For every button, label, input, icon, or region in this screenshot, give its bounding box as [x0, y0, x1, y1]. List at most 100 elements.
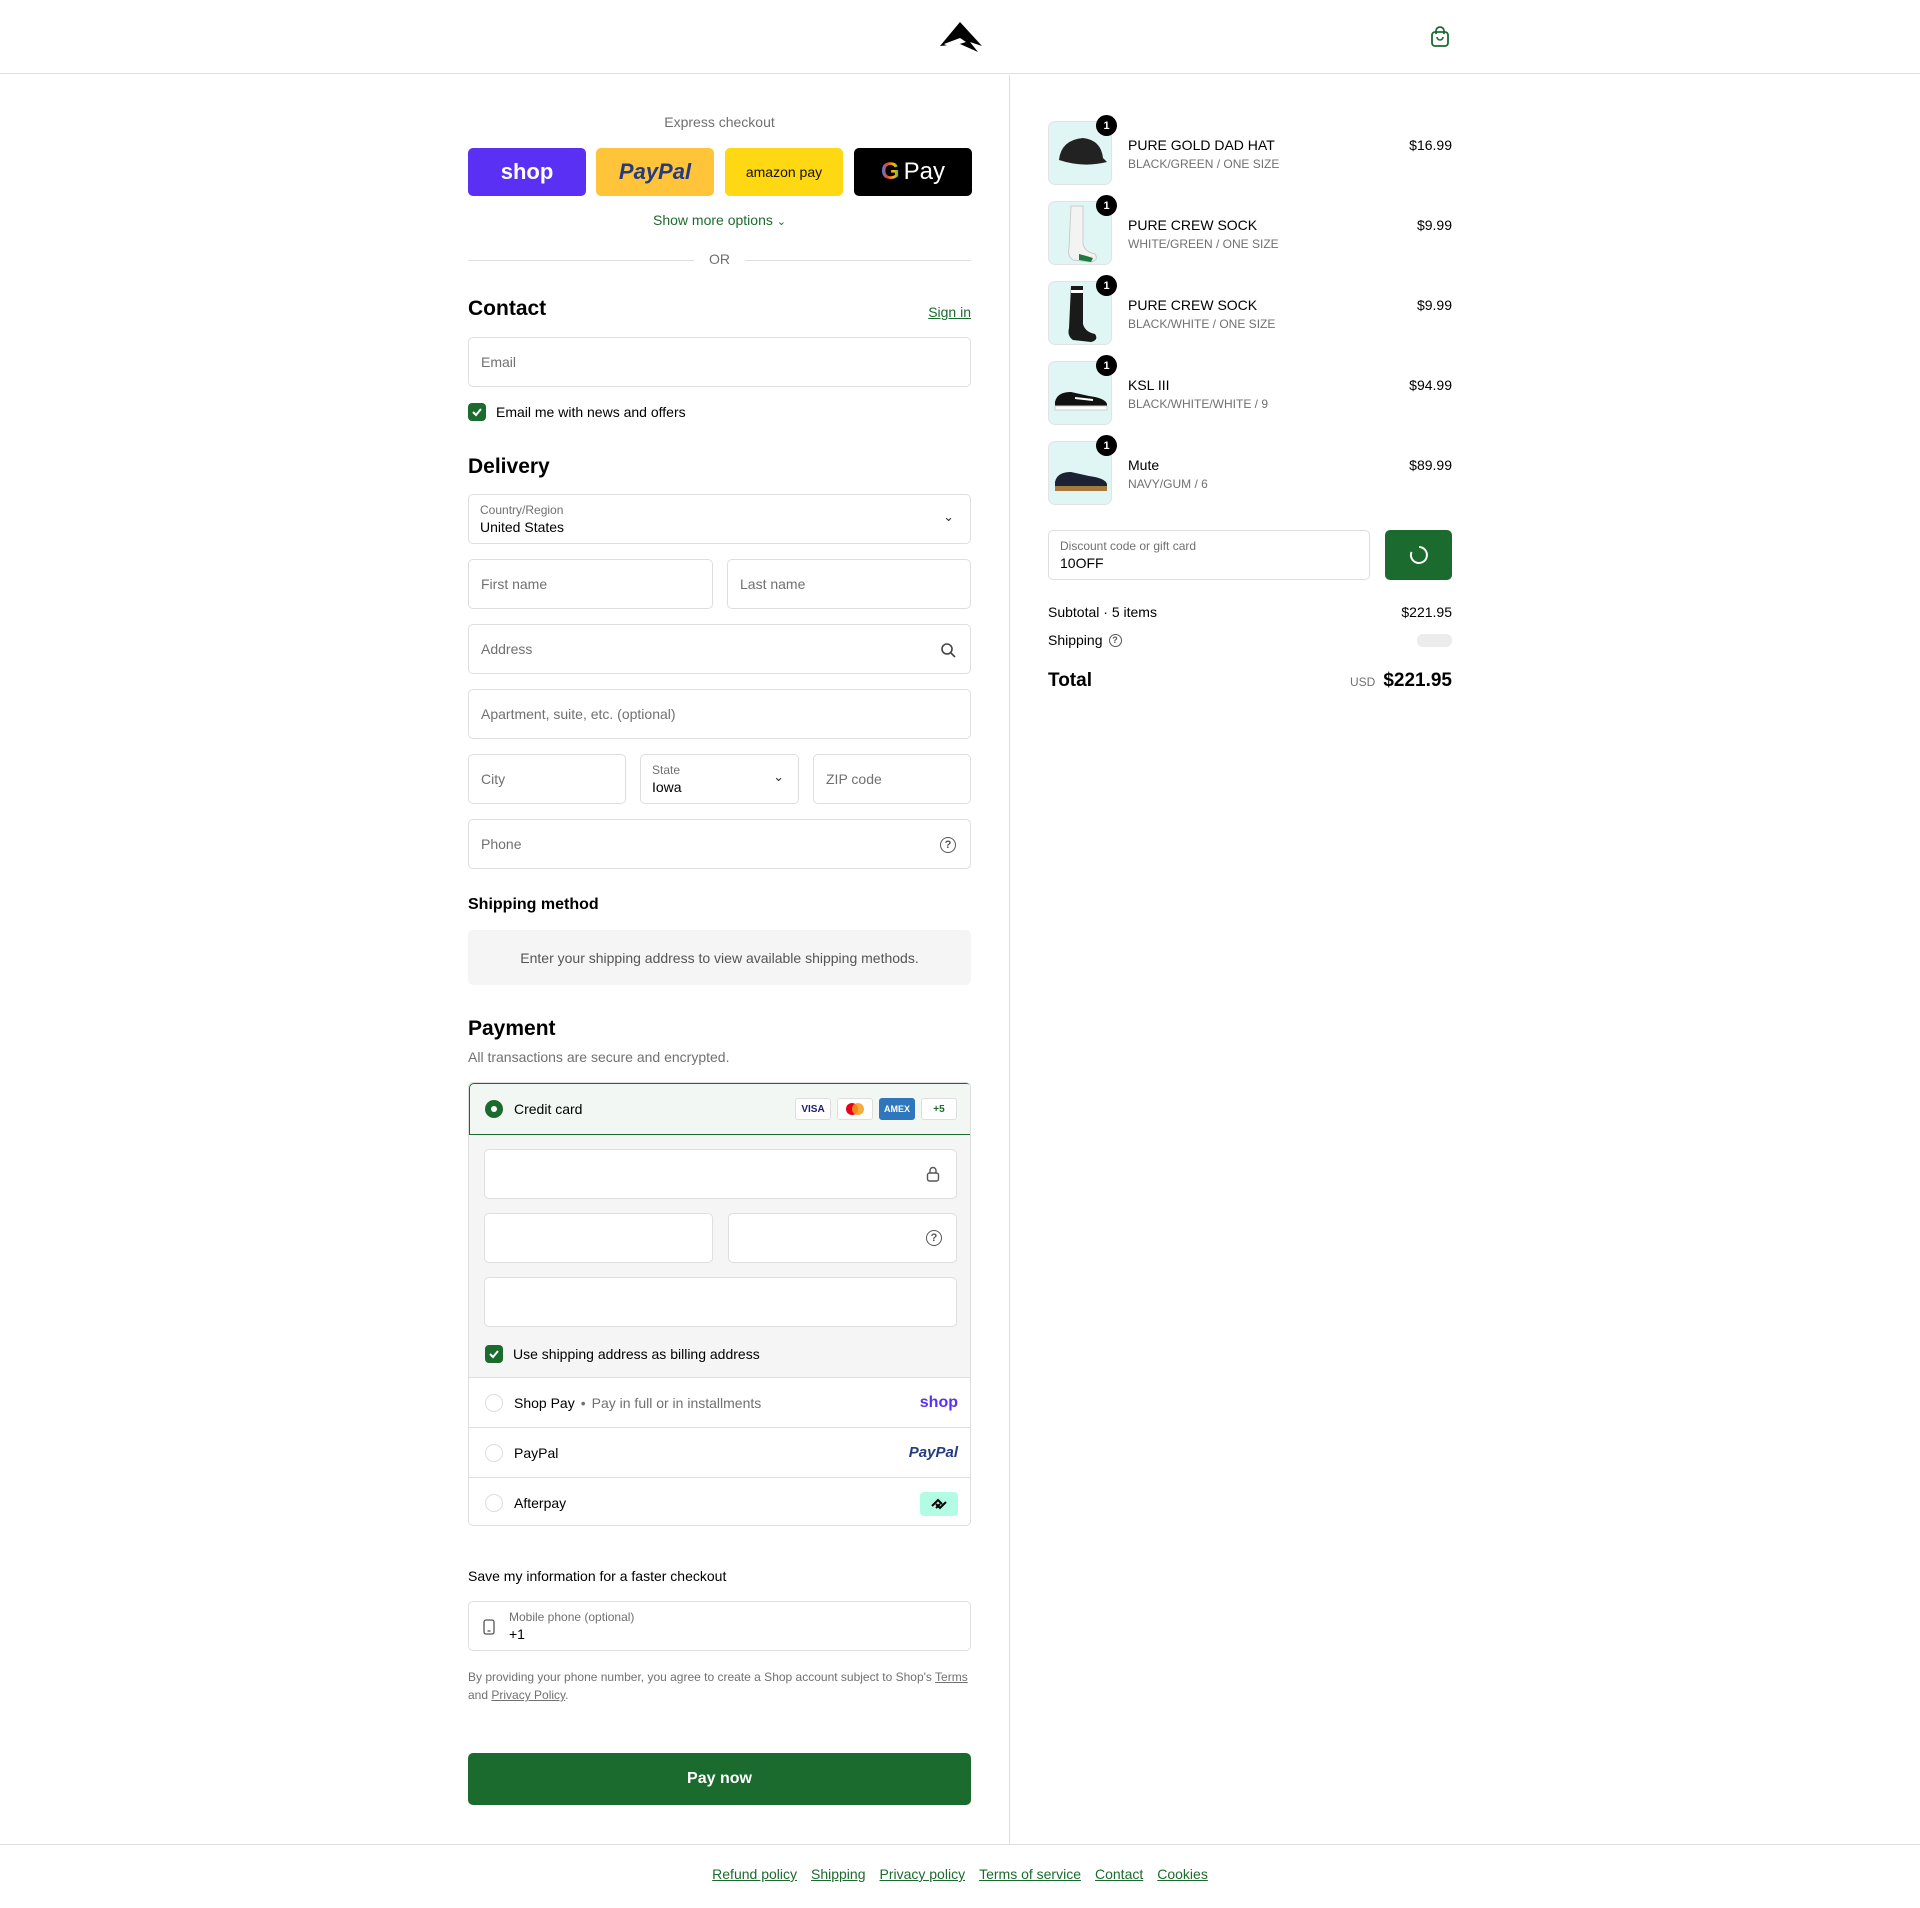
quantity-badge: 1: [1096, 275, 1117, 296]
email-field[interactable]: Email: [468, 337, 971, 387]
mobile-phone-label: Mobile phone (optional): [509, 1610, 635, 1624]
item-price: $94.99: [1409, 377, 1452, 393]
contact-link[interactable]: Contact: [1095, 1866, 1143, 1882]
help-icon[interactable]: ?: [940, 837, 956, 853]
lock-icon: [926, 1166, 940, 1182]
google-g-icon: G: [880, 158, 900, 185]
afterpay-radio[interactable]: [485, 1493, 503, 1512]
shipping-method-heading: Shipping method: [468, 896, 599, 913]
cart-item: 1 Mute NAVY/GUM / 6 $89.99: [1048, 435, 1452, 505]
sign-in-link[interactable]: Sign in: [928, 304, 971, 320]
country-label: Country/Region: [480, 503, 564, 517]
shop-pay-radio[interactable]: [485, 1393, 503, 1412]
gpay-label: Pay: [903, 158, 946, 185]
shipping-link[interactable]: Shipping: [811, 1866, 866, 1882]
legal-text-3: .: [565, 1688, 569, 1702]
discount-code-field[interactable]: Discount code or gift card 10OFF: [1048, 530, 1370, 580]
name-on-card-field[interactable]: [484, 1277, 957, 1327]
country-select[interactable]: Country/Region United States ⌄: [468, 494, 971, 544]
city-field[interactable]: City: [468, 754, 626, 804]
terms-link[interactable]: Terms: [935, 1670, 968, 1684]
afterpay-option[interactable]: Afterpay: [469, 1477, 970, 1525]
shopping-bag-icon[interactable]: [1430, 26, 1450, 48]
card-number-field[interactable]: [484, 1149, 957, 1199]
paypal-radio[interactable]: [485, 1443, 503, 1462]
afterpay-logo-icon: [920, 1492, 958, 1516]
cookies-link[interactable]: Cookies: [1157, 1866, 1208, 1882]
news-offers-option[interactable]: Email me with news and offers: [468, 403, 686, 421]
phone-field[interactable]: Phone ?: [468, 819, 971, 869]
pay-now-button[interactable]: Pay now: [468, 1753, 971, 1805]
item-price: $9.99: [1416, 217, 1452, 233]
paypal-express-button[interactable]: PayPal: [596, 148, 714, 196]
paypal-logo: PayPal: [908, 1444, 958, 1461]
address-field[interactable]: Address: [468, 624, 971, 674]
separator-dot: •: [580, 1394, 586, 1411]
search-icon: [941, 643, 956, 658]
show-more-options-button[interactable]: Show more options ⌄: [468, 212, 971, 228]
shop-logo: shop: [500, 159, 554, 184]
item-name: Mute: [1128, 457, 1160, 473]
news-checkbox[interactable]: [468, 403, 486, 421]
legal-notice: By providing your phone number, you agre…: [468, 1668, 971, 1704]
shop-pay-sublabel: Pay in full or in installments: [591, 1394, 762, 1411]
item-name: PURE CREW SOCK: [1128, 297, 1258, 313]
first-name-field[interactable]: First name: [468, 559, 713, 609]
chevron-down-icon: ⌄: [776, 216, 786, 228]
help-icon[interactable]: ?: [926, 1230, 942, 1246]
subtotal-value: $221.95: [1401, 604, 1452, 620]
credit-card-radio[interactable]: [485, 1100, 503, 1118]
privacy-policy-footer-link[interactable]: Privacy policy: [879, 1866, 965, 1882]
brand-logo-icon[interactable]: [936, 20, 984, 54]
payment-subtitle: All transactions are secure and encrypte…: [468, 1049, 730, 1065]
credit-card-label: Credit card: [514, 1101, 583, 1117]
cart-item: 1 PURE CREW SOCK WHITE/GREEN / ONE SIZE …: [1048, 195, 1452, 265]
payment-methods: Credit card VISA AMEX +5 ? Use shipping …: [468, 1082, 971, 1526]
quantity-badge: 1: [1096, 435, 1117, 456]
discount-value: 10OFF: [1060, 555, 1104, 571]
paypal-option[interactable]: PayPal PayPal: [469, 1427, 970, 1477]
refund-policy-link[interactable]: Refund policy: [712, 1866, 797, 1882]
mobile-phone-icon: [483, 1619, 495, 1635]
last-name-placeholder: Last name: [740, 576, 806, 592]
shop-pay-label: Shop Pay: [514, 1394, 575, 1411]
quantity-badge: 1: [1096, 355, 1117, 376]
apartment-field[interactable]: Apartment, suite, etc. (optional): [468, 689, 971, 739]
billing-checkbox[interactable]: [485, 1345, 503, 1363]
amazon-pay-express-button[interactable]: amazon pay: [725, 148, 843, 196]
item-variant: WHITE/GREEN / ONE SIZE: [1128, 237, 1279, 251]
state-select[interactable]: State Iowa ⌄: [640, 754, 799, 804]
visa-icon: VISA: [795, 1098, 831, 1120]
security-code-field[interactable]: ?: [728, 1213, 957, 1263]
privacy-policy-link[interactable]: Privacy Policy: [491, 1688, 565, 1702]
shipping-label: Shipping: [1048, 632, 1103, 648]
cart-item: 1 PURE GOLD DAD HAT BLACK/GREEN / ONE SI…: [1048, 115, 1452, 185]
mobile-phone-field[interactable]: Mobile phone (optional) +1: [468, 1601, 971, 1651]
terms-of-service-link[interactable]: Terms of service: [979, 1866, 1081, 1882]
billing-address-option[interactable]: Use shipping address as billing address: [485, 1345, 760, 1363]
google-pay-express-button[interactable]: G Pay: [854, 148, 972, 196]
expiry-field[interactable]: [484, 1213, 713, 1263]
more-cards-badge: +5: [921, 1098, 957, 1120]
item-variant: BLACK/WHITE/WHITE / 9: [1128, 397, 1269, 411]
phone-placeholder: Phone: [481, 836, 522, 852]
credit-card-option[interactable]: Credit card VISA AMEX +5: [469, 1083, 970, 1135]
paypal-label: PayPal: [514, 1444, 559, 1461]
shop-pay-express-button[interactable]: shop: [468, 148, 586, 196]
cart-item: 1 KSL III BLACK/WHITE/WHITE / 9 $94.99: [1048, 355, 1452, 425]
discount-label: Discount code or gift card: [1060, 539, 1197, 553]
address-placeholder: Address: [481, 641, 533, 657]
help-icon[interactable]: ?: [1108, 633, 1122, 647]
mastercard-icon: [837, 1098, 873, 1120]
check-icon: [489, 1350, 499, 1359]
item-variant: BLACK/WHITE / ONE SIZE: [1128, 317, 1276, 331]
email-placeholder: Email: [481, 354, 517, 370]
total-amount: USD $221.95: [1350, 670, 1452, 692]
zip-field[interactable]: ZIP code: [813, 754, 971, 804]
shop-pay-option[interactable]: Shop Pay • Pay in full or in installment…: [469, 1377, 970, 1427]
legal-text-1: By providing your phone number, you agre…: [468, 1670, 932, 1684]
cart-item: 1 PURE CREW SOCK BLACK/WHITE / ONE SIZE …: [1048, 275, 1452, 345]
item-name: PURE CREW SOCK: [1128, 217, 1258, 233]
apply-discount-button[interactable]: [1385, 530, 1452, 580]
last-name-field[interactable]: Last name: [727, 559, 971, 609]
